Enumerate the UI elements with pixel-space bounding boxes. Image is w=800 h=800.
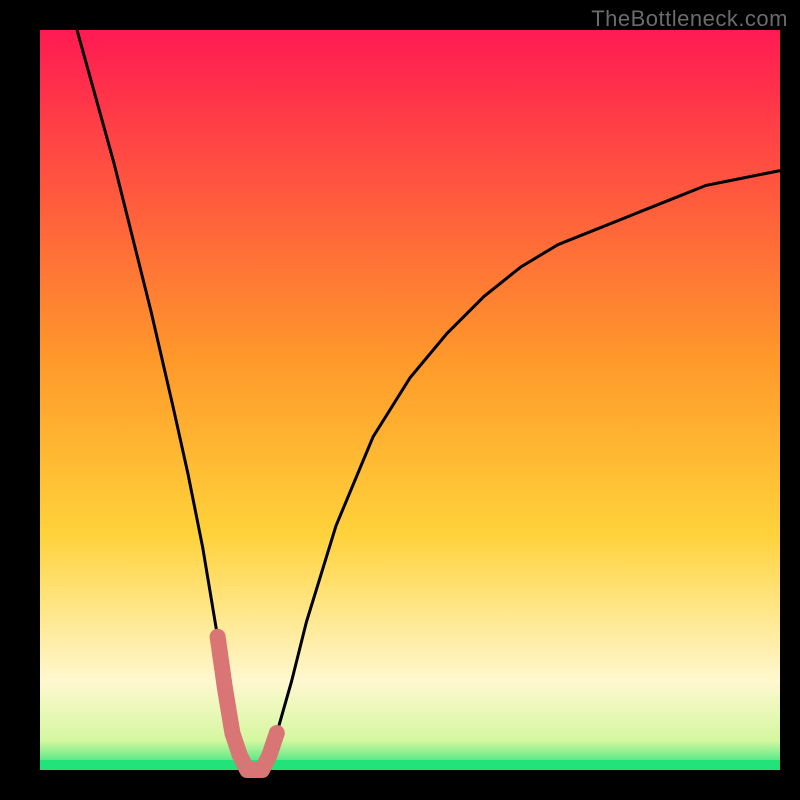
chart-svg bbox=[0, 0, 800, 800]
chart-frame: TheBottleneck.com bbox=[0, 0, 800, 800]
bottom-green-band bbox=[40, 760, 780, 770]
plot-area bbox=[40, 30, 780, 770]
watermark-text: TheBottleneck.com bbox=[591, 6, 788, 32]
gradient-background bbox=[40, 30, 780, 770]
